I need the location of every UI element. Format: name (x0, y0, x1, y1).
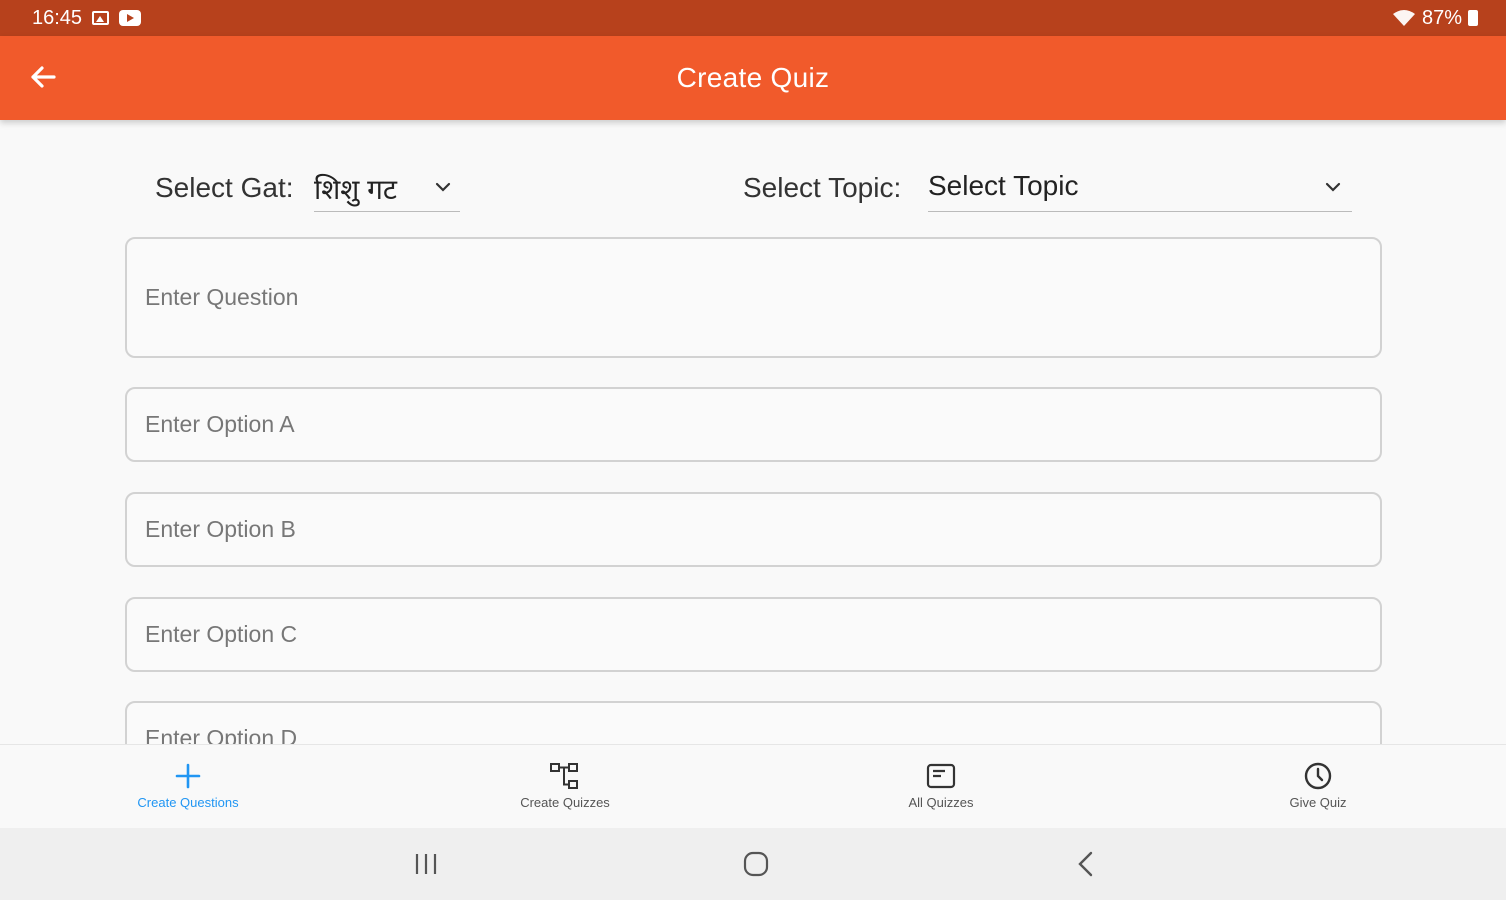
battery-icon (1468, 10, 1478, 26)
bottom-navigation: Create Questions Create Quizzes All Quiz… (0, 744, 1506, 828)
app-bar: Create Quiz (0, 36, 1506, 120)
clock-icon (1304, 762, 1332, 790)
status-left: 16:45 (32, 6, 142, 30)
nav-give-quiz[interactable]: Give Quiz (1238, 759, 1398, 810)
question-input[interactable] (125, 237, 1382, 358)
chevron-down-icon (1325, 182, 1341, 192)
nav-create-questions[interactable]: Create Questions (108, 759, 268, 810)
hierarchy-icon (550, 763, 578, 789)
wifi-icon (1392, 10, 1415, 26)
list-card-icon (926, 763, 956, 789)
nav-create-quizzes[interactable]: Create Quizzes (485, 759, 645, 810)
gallery-notification-icon (92, 11, 110, 25)
option-c-input[interactable] (125, 597, 1382, 672)
select-gat-label: Select Gat: (155, 172, 294, 203)
nav-label: Create Quizzes (520, 795, 610, 810)
topic-dropdown-value: Select Topic (928, 170, 1079, 201)
status-time: 16:45 (32, 6, 83, 29)
page-title: Create Quiz (676, 62, 830, 93)
battery-percent: 87% (1421, 6, 1462, 29)
topic-dropdown[interactable]: Select Topic (928, 160, 1352, 212)
select-topic-label: Select Topic: (743, 172, 902, 203)
gat-dropdown-value: शिशु गट (314, 174, 397, 205)
option-b-input[interactable] (125, 492, 1382, 567)
chevron-down-icon (435, 182, 451, 192)
nav-all-quizzes[interactable]: All Quizzes (861, 759, 1021, 810)
plus-icon (175, 763, 201, 789)
gat-dropdown[interactable]: शिशु गट (314, 160, 460, 212)
nav-label: Give Quiz (1289, 795, 1347, 810)
nav-label: All Quizzes (908, 795, 974, 810)
home-icon[interactable] (736, 848, 776, 880)
status-bar: 16:45 87% (0, 0, 1506, 36)
back-arrow-icon[interactable] (26, 60, 60, 94)
system-back-icon[interactable] (1066, 848, 1106, 880)
recent-apps-icon[interactable] (406, 848, 446, 880)
selectors-row: Select Gat: शिशु गट Select Topic: Select… (0, 160, 1506, 216)
status-right: 87% (1392, 7, 1478, 30)
system-navigation-bar (0, 828, 1506, 900)
nav-label: Create Questions (137, 795, 239, 810)
youtube-notification-icon (119, 10, 142, 26)
option-a-input[interactable] (125, 387, 1382, 462)
